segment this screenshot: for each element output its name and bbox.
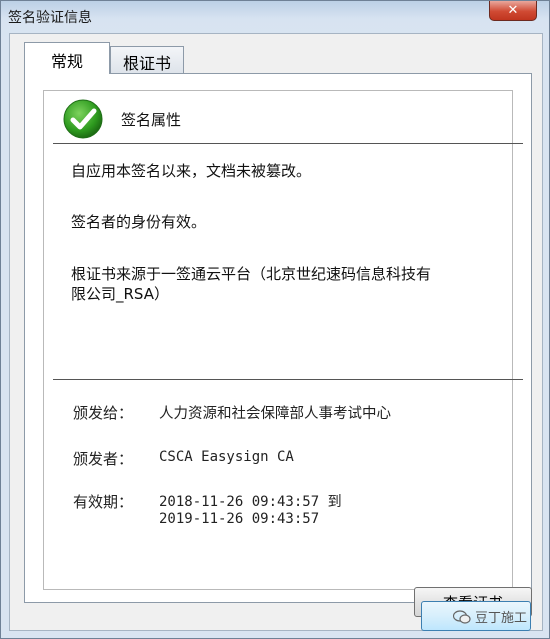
validity-from: 2018-11-26 09:43:57 到 [159,494,342,510]
wechat-icon [453,609,471,624]
watermark-text: 豆丁施工 [475,611,528,626]
tab-general[interactable]: 常规 [24,42,110,74]
section-title: 签名属性 [121,111,182,129]
tab-root-cert[interactable]: 根证书 [110,46,184,74]
title-bar[interactable]: 签名验证信息 ✕ [1,1,549,29]
dialog-window: 签名验证信息 ✕ 常规 根证书 查看证书 签名属性 自 [0,0,550,639]
divider-bottom [53,379,523,380]
window-title: 签名验证信息 [8,10,92,26]
divider-top [53,143,523,144]
close-icon: ✕ [507,3,519,18]
tab-general-label: 常规 [50,52,83,71]
tab-root-cert-label: 根证书 [122,54,171,73]
issued-to-value: 人力资源和社会保障部人事考试中心 [159,406,391,422]
validity-label: 有效期： [73,493,134,511]
message-root-cert-line2: 限公司_RSA） [71,285,169,303]
close-button[interactable]: ✕ [489,1,537,21]
message-identity: 签名者的身份有效。 [71,213,207,231]
issuer-value: CSCA Easysign CA [159,449,294,465]
message-integrity: 自应用本签名以来，文档未被篡改。 [71,162,312,180]
checkmark-icon [63,99,103,139]
watermark: 豆丁施工 [453,607,527,626]
validity-to: 2019-11-26 09:43:57 [159,511,320,527]
issuer-label: 颁发者： [73,450,134,468]
issued-to-label: 颁发给： [73,404,134,422]
message-root-cert-line1: 根证书来源于一签通云平台（北京世纪速码信息科技有 [71,265,432,283]
